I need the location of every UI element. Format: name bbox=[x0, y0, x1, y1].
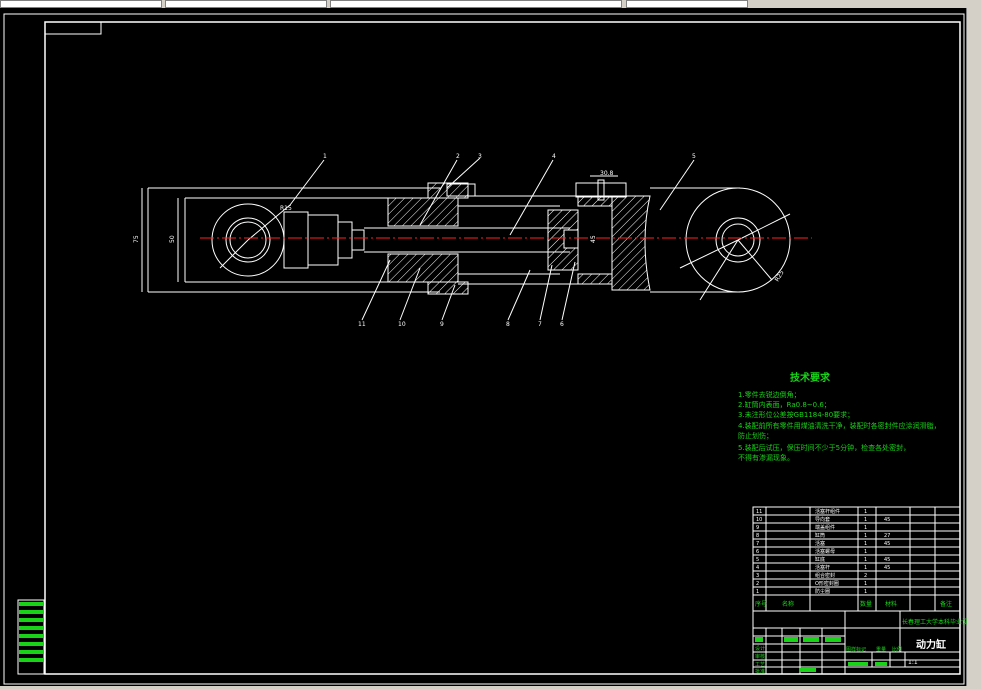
tech-req-line-4: 4.装配前所有零件用煤油清洗干净，装配时各密封件应涂润滑脂， bbox=[738, 421, 941, 430]
svg-text:10: 10 bbox=[398, 321, 406, 328]
svg-text:5: 5 bbox=[692, 153, 696, 160]
title-block: 长春理工大学本科毕业设计 动力缸 1:1 图样标记 重量 比例 设计 审核 工艺… bbox=[752, 610, 967, 675]
svg-text:活塞螺母: 活塞螺母 bbox=[815, 548, 835, 555]
svg-text:1: 1 bbox=[864, 517, 867, 523]
drawing-scale: 1:1 bbox=[908, 659, 918, 666]
svg-text:活塞杆组件: 活塞杆组件 bbox=[815, 508, 840, 515]
svg-text:1: 1 bbox=[864, 557, 867, 563]
svg-text:端盖组件: 端盖组件 bbox=[815, 524, 835, 531]
svg-text:45: 45 bbox=[884, 517, 890, 523]
svg-text:7: 7 bbox=[756, 541, 759, 547]
svg-text:比例: 比例 bbox=[892, 646, 902, 653]
dim-height-inner: 50 bbox=[169, 235, 176, 243]
svg-text:备注: 备注 bbox=[940, 600, 952, 608]
tech-req-title: 技术要求 bbox=[790, 371, 831, 384]
tech-req-line-6: 5.装配后试压，保压时间不少于5分钟，检查各处密封， bbox=[738, 443, 910, 452]
corner-box bbox=[44, 21, 102, 35]
svg-text:1: 1 bbox=[864, 565, 867, 571]
svg-text:11: 11 bbox=[358, 321, 366, 328]
svg-text:图样标记: 图样标记 bbox=[846, 646, 866, 653]
svg-text:6: 6 bbox=[756, 549, 759, 555]
svg-text:8: 8 bbox=[756, 533, 759, 539]
svg-text:1: 1 bbox=[864, 533, 867, 539]
svg-text:4: 4 bbox=[756, 565, 759, 571]
svg-text:1: 1 bbox=[323, 153, 327, 160]
tech-req-line-3: 3.未注形位公差按GB1184-80要求； bbox=[738, 410, 854, 419]
hydraulic-cylinder-drawing bbox=[141, 157, 791, 321]
svg-text:活塞: 活塞 bbox=[815, 540, 825, 547]
cad-drawing-canvas[interactable]: 30.8 75 50 R15 R25 45 1 2 3 4 5 6 7 8 9 … bbox=[0, 0, 967, 686]
svg-text:10: 10 bbox=[756, 517, 762, 523]
left-binding-strip bbox=[17, 599, 45, 675]
parts-list-table: 11 活塞杆组件 1 10 导向套 1 45 9 端盖组件 1 8 缸筒 1 2… bbox=[752, 506, 961, 612]
tech-req-line-1: 1.零件去锐边倒角； bbox=[738, 390, 801, 399]
svg-text:材料: 材料 bbox=[885, 600, 897, 608]
svg-text:2: 2 bbox=[864, 573, 867, 579]
svg-text:3: 3 bbox=[756, 573, 759, 579]
svg-text:导向套: 导向套 bbox=[815, 516, 830, 523]
technical-requirements: 技术要求 1.零件去锐边倒角； 2.缸筒内表面，Ra0.8~0.6； 3.未注形… bbox=[738, 371, 941, 462]
svg-text:1: 1 bbox=[864, 525, 867, 531]
project-name: 长春理工大学本科毕业设计 bbox=[902, 618, 967, 626]
dim-cap-width: 30.8 bbox=[600, 170, 614, 177]
svg-text:批准: 批准 bbox=[755, 668, 765, 675]
svg-text:设计: 设计 bbox=[755, 645, 765, 652]
svg-text:组合密封: 组合密封 bbox=[815, 572, 835, 579]
tech-req-line-2: 2.缸筒内表面，Ra0.8~0.6； bbox=[738, 400, 831, 409]
svg-text:1: 1 bbox=[864, 509, 867, 515]
svg-text:4: 4 bbox=[552, 153, 556, 160]
svg-text:27: 27 bbox=[884, 533, 890, 539]
svg-text:工艺: 工艺 bbox=[755, 662, 765, 668]
svg-text:1: 1 bbox=[864, 541, 867, 547]
svg-text:序号: 序号 bbox=[755, 600, 767, 608]
svg-text:45: 45 bbox=[884, 565, 890, 571]
svg-text:6: 6 bbox=[560, 321, 564, 328]
svg-text:8: 8 bbox=[506, 321, 510, 328]
svg-text:审核: 审核 bbox=[755, 653, 765, 660]
svg-text:1: 1 bbox=[864, 589, 867, 595]
dim-bore-right: R25 bbox=[774, 269, 786, 283]
svg-text:O形密封圈: O形密封圈 bbox=[815, 580, 839, 587]
svg-text:数量: 数量 bbox=[860, 600, 872, 608]
svg-text:重量: 重量 bbox=[876, 646, 886, 653]
svg-text:1: 1 bbox=[864, 581, 867, 587]
dim-height-outer: 75 bbox=[133, 235, 140, 243]
svg-text:5: 5 bbox=[756, 557, 759, 563]
tech-req-line-7: 不得有渗漏现象。 bbox=[738, 453, 794, 462]
svg-text:3: 3 bbox=[478, 153, 482, 160]
svg-text:9: 9 bbox=[756, 525, 759, 531]
svg-text:1: 1 bbox=[864, 549, 867, 555]
dim-piston: 45 bbox=[590, 235, 597, 243]
svg-text:45: 45 bbox=[884, 541, 890, 547]
svg-text:活塞杆: 活塞杆 bbox=[815, 564, 830, 571]
svg-text:7: 7 bbox=[538, 321, 542, 328]
svg-text:1: 1 bbox=[756, 589, 759, 595]
svg-text:9: 9 bbox=[440, 321, 444, 328]
svg-text:缸底: 缸底 bbox=[815, 556, 825, 563]
svg-text:45: 45 bbox=[884, 557, 890, 563]
tech-req-line-5: 防止划伤； bbox=[738, 431, 773, 440]
svg-text:2: 2 bbox=[456, 153, 460, 160]
dim-bore-left: R15 bbox=[280, 205, 292, 212]
vertical-scrollbar[interactable] bbox=[966, 8, 981, 689]
drawing-title: 动力缸 bbox=[916, 638, 946, 651]
svg-text:11: 11 bbox=[756, 509, 762, 515]
svg-text:防尘圈: 防尘圈 bbox=[815, 588, 830, 595]
svg-text:缸筒: 缸筒 bbox=[815, 532, 825, 539]
svg-text:名称: 名称 bbox=[782, 600, 794, 608]
svg-text:2: 2 bbox=[756, 581, 759, 587]
